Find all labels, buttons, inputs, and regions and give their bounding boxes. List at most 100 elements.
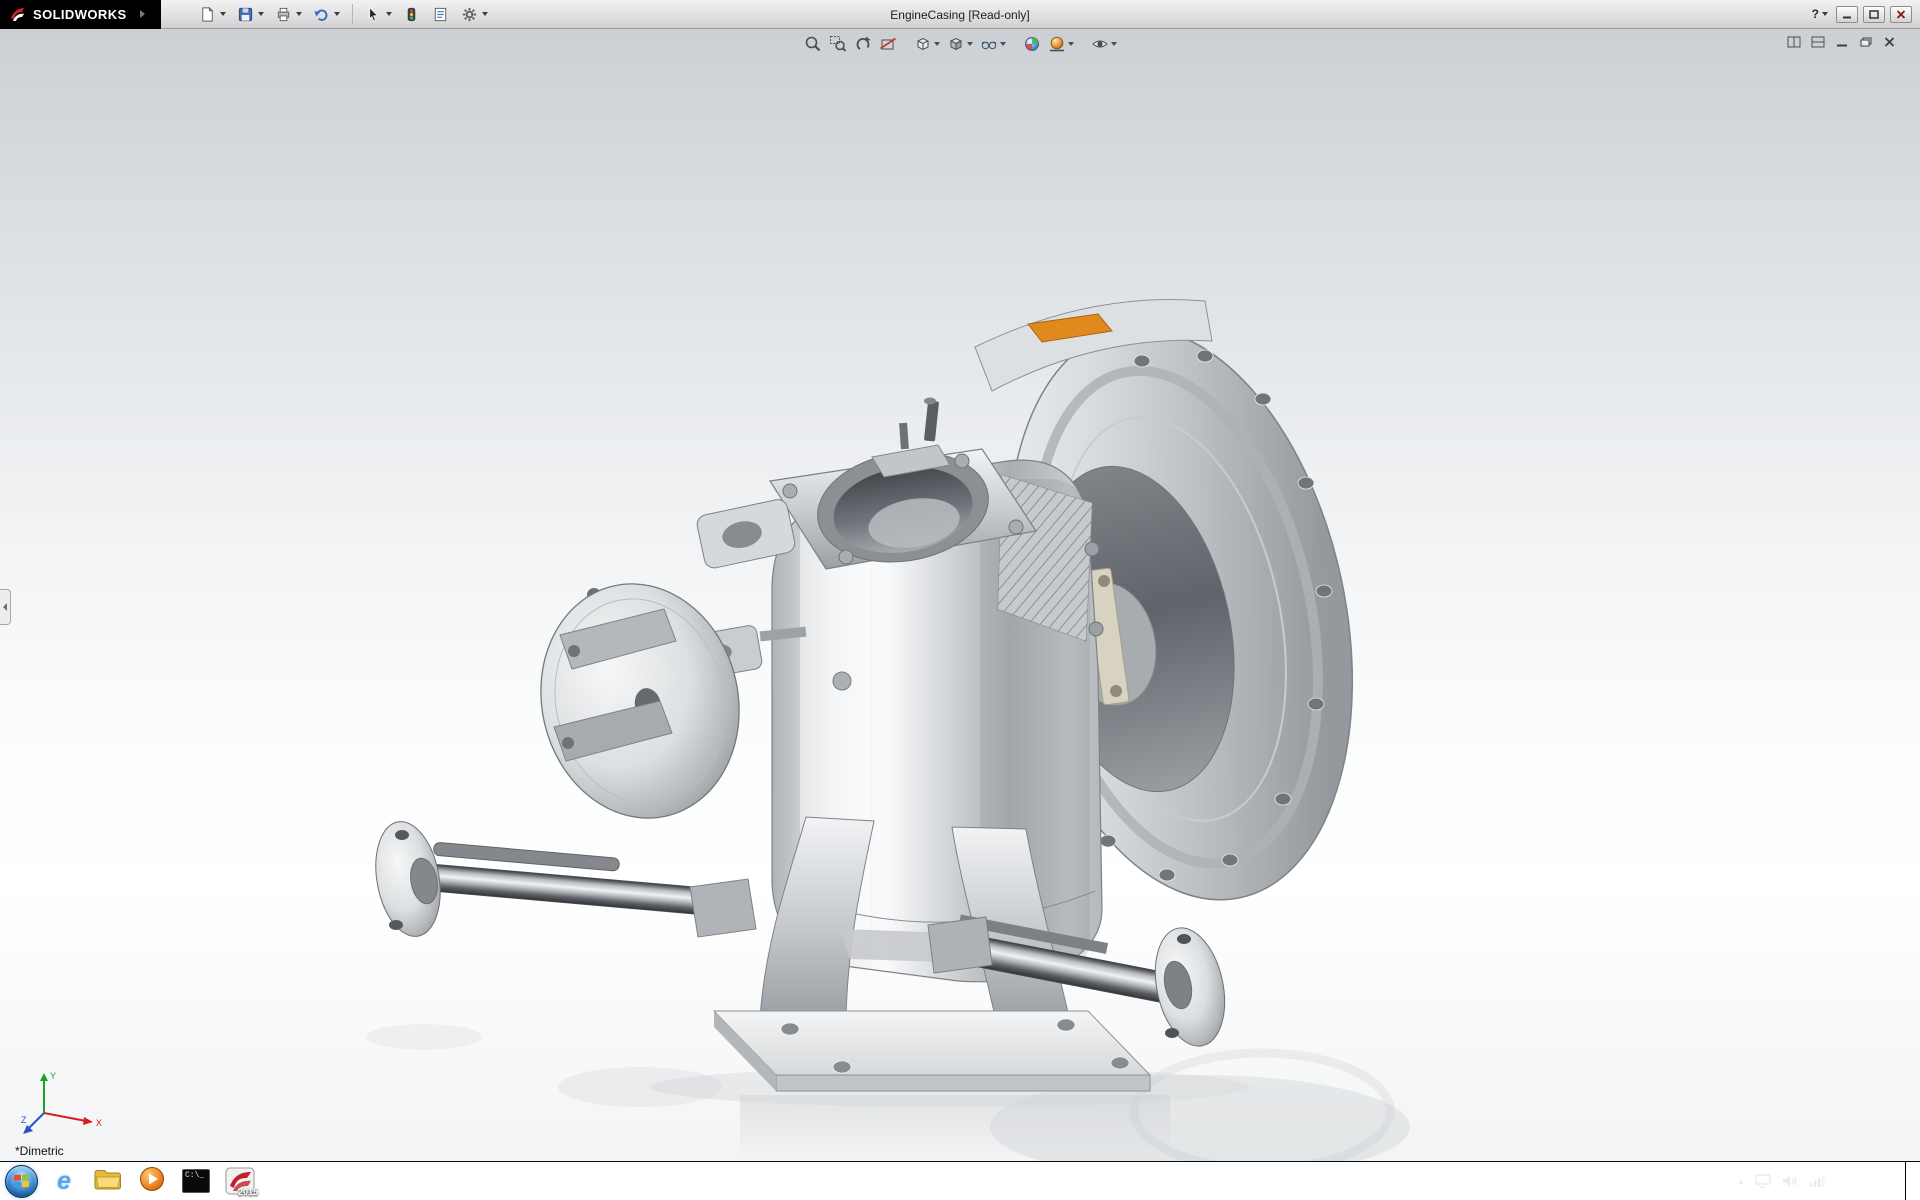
clock-time: 2:41 PM (1841, 1168, 1890, 1181)
show-desktop-button[interactable] (1905, 1162, 1918, 1200)
minimize-button[interactable] (1836, 6, 1858, 23)
chevron-down-icon[interactable] (1000, 42, 1006, 46)
left-axle[interactable] (367, 816, 756, 941)
triad-y-label: Y (50, 1071, 56, 1081)
chevron-down-icon[interactable] (296, 12, 302, 16)
side-cover-disc[interactable] (518, 564, 762, 838)
internet-explorer-icon: e (57, 1169, 71, 1194)
solidworks-menu-logo[interactable]: SOLIDWORKS (0, 0, 161, 29)
media-player-icon (139, 1166, 165, 1197)
print-button[interactable] (271, 2, 306, 26)
chevron-down-icon[interactable] (258, 12, 264, 16)
document-window-controls (1785, 34, 1898, 49)
view-settings-button[interactable] (1088, 33, 1119, 55)
feature-manager-flyout-tab[interactable] (0, 589, 11, 625)
display-style-button[interactable] (944, 33, 975, 55)
view-settings-icon (1090, 35, 1109, 54)
hidden-icons-button[interactable]: ▲ (1737, 1177, 1745, 1186)
view-orientation-button[interactable] (911, 33, 942, 55)
toolbar-separator (352, 4, 353, 24)
doc-restore-button[interactable] (1857, 34, 1874, 49)
clock-date: 6/26/2015 (1841, 1181, 1890, 1194)
print-icon (275, 5, 293, 23)
options-button[interactable] (457, 2, 492, 26)
chevron-down-icon[interactable] (482, 12, 488, 16)
triad-z-label: Z (21, 1115, 27, 1125)
section-view-button[interactable] (876, 33, 899, 55)
help-label: ? (1812, 7, 1819, 21)
zoom-to-fit-icon (803, 35, 822, 54)
main-toolbar (195, 2, 492, 26)
file-properties-icon (432, 5, 450, 23)
close-button[interactable] (1890, 6, 1912, 23)
apply-scene-icon (1047, 35, 1066, 54)
base-plate[interactable] (714, 1011, 1150, 1091)
chevron-down-icon[interactable] (220, 12, 226, 16)
save-icon (237, 5, 255, 23)
chevron-down-icon[interactable] (1068, 42, 1074, 46)
system-tray: ▲ 2:41 PM 6/26/2015 (1737, 1162, 1920, 1200)
file-properties-button[interactable] (428, 2, 454, 26)
graphics-viewport[interactable]: X Y Z *Dimetric (0, 29, 1920, 1161)
edit-appearance-button[interactable] (1020, 33, 1043, 55)
options-gear-icon (461, 5, 479, 23)
solidworks-window: SOLIDWORKS (0, 0, 1920, 1200)
volume-icon[interactable] (1781, 1172, 1799, 1190)
taskbar-solidworks-2015[interactable]: 2015 (220, 1165, 260, 1198)
doc-close-button[interactable] (1881, 34, 1898, 49)
taskbar-media-player[interactable] (132, 1165, 172, 1198)
solidworks-version-badge: 2015 (238, 1187, 258, 1197)
windows-start-orb-icon (5, 1165, 38, 1198)
display-icon[interactable] (1754, 1172, 1772, 1190)
zoom-to-area-button[interactable] (826, 33, 849, 55)
engine-casing-model[interactable] (0, 29, 1920, 1161)
chevron-down-icon[interactable] (967, 42, 973, 46)
taskbar-windows-explorer[interactable] (88, 1165, 128, 1198)
folder-icon (93, 1167, 123, 1196)
top-stud (899, 398, 939, 450)
brand-label: SOLIDWORKS (33, 7, 127, 22)
chevron-down-icon[interactable] (1822, 12, 1828, 16)
save-button[interactable] (233, 2, 268, 26)
display-style-icon (946, 35, 965, 54)
pane-display-button[interactable] (1785, 34, 1802, 49)
chevron-down-icon[interactable] (1111, 42, 1117, 46)
taskbar-command-prompt[interactable]: C:\_ (176, 1165, 216, 1198)
edit-appearance-icon (1022, 35, 1041, 54)
triad-x-label: X (96, 1118, 102, 1128)
taskbar-internet-explorer[interactable]: e (44, 1165, 84, 1198)
chevron-down-icon[interactable] (334, 12, 340, 16)
hide-show-items-icon (979, 35, 998, 54)
apply-scene-button[interactable] (1045, 33, 1076, 55)
titlebar: SOLIDWORKS (0, 0, 1920, 29)
undo-button[interactable] (309, 2, 344, 26)
doc-minimize-button[interactable] (1833, 34, 1850, 49)
new-document-button[interactable] (195, 2, 230, 26)
solidworks-icon: 2015 (225, 1167, 255, 1195)
menu-expand-chevron-icon[interactable] (140, 10, 145, 18)
network-icon[interactable] (1808, 1172, 1826, 1190)
zoom-to-area-icon (828, 35, 847, 54)
help-button[interactable]: ? (1809, 7, 1831, 21)
flyout-arrow-icon (3, 603, 7, 611)
hide-show-items-button[interactable] (977, 33, 1008, 55)
undo-icon (313, 5, 331, 23)
new-document-icon (199, 5, 217, 23)
chevron-down-icon[interactable] (934, 42, 940, 46)
command-prompt-icon: C:\_ (182, 1169, 210, 1193)
previous-view-icon (853, 35, 872, 54)
chevron-down-icon[interactable] (386, 12, 392, 16)
select-button[interactable] (361, 2, 396, 26)
previous-view-button[interactable] (851, 33, 874, 55)
window-controls: ? (1809, 6, 1920, 23)
pane-split-button[interactable] (1809, 34, 1826, 49)
select-cursor-icon (365, 5, 383, 23)
rebuild-button[interactable] (399, 2, 425, 26)
start-button[interactable] (0, 1162, 42, 1200)
view-orientation-label: *Dimetric (15, 1144, 64, 1158)
solidworks-logo-icon (9, 6, 26, 23)
section-view-icon (878, 35, 897, 54)
taskbar-clock[interactable]: 2:41 PM 6/26/2015 (1835, 1168, 1896, 1194)
maximize-button[interactable] (1863, 6, 1885, 23)
zoom-to-fit-button[interactable] (801, 33, 824, 55)
